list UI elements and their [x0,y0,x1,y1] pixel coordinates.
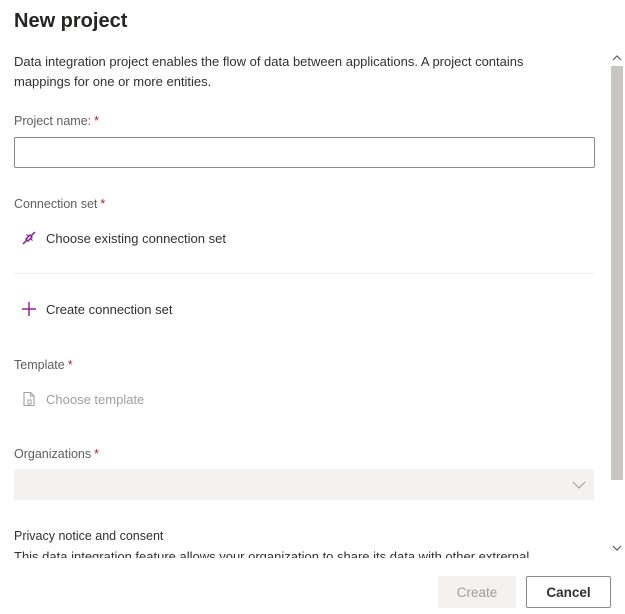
new-project-panel: New project Data integration project ena… [0,0,625,614]
organizations-label-text: Organizations [14,447,92,461]
project-name-label: Project name: * [14,114,99,128]
choose-template-button[interactable]: Choose template [20,390,144,408]
organizations-dropdown[interactable] [14,469,594,500]
choose-existing-connection-set-button[interactable]: Choose existing connection set [20,229,226,247]
scroll-down-arrow-icon[interactable] [609,540,625,556]
document-icon [20,390,38,408]
connection-set-label: Connection set * [14,197,105,211]
privacy-notice-label: Privacy notice and consent [14,529,164,543]
vertical-scrollbar[interactable] [609,48,625,558]
project-name-input[interactable] [14,137,595,168]
cancel-button[interactable]: Cancel [526,576,611,608]
required-mark: * [100,197,106,211]
plus-icon [20,300,38,318]
required-mark: * [94,447,99,461]
choose-template-label: Choose template [46,391,145,407]
panel-title: New project [14,10,128,32]
divider [14,273,594,274]
create-button[interactable]: Create [438,576,516,608]
project-name-label-text: Project name: [14,114,92,128]
create-connection-set-label: Create connection set [46,301,173,317]
privacy-notice-text: This data integration feature allows you… [14,549,530,558]
form-scroll-area: Data integration project enables the flo… [0,48,608,558]
template-label: Template * [14,358,73,372]
scroll-up-arrow-icon[interactable] [609,50,625,66]
required-mark: * [94,114,99,128]
scrollbar-thumb[interactable] [611,66,623,480]
organizations-label: Organizations * [14,447,99,461]
chevron-down-icon [572,478,586,492]
panel-description: Data integration project enables the flo… [14,54,524,89]
connection-plug-icon [20,229,38,247]
choose-existing-connection-set-label: Choose existing connection set [46,230,226,246]
required-mark: * [67,358,73,372]
create-connection-set-button[interactable]: Create connection set [20,300,172,318]
connection-set-label-text: Connection set [14,197,98,211]
template-label-text: Template [14,358,65,372]
